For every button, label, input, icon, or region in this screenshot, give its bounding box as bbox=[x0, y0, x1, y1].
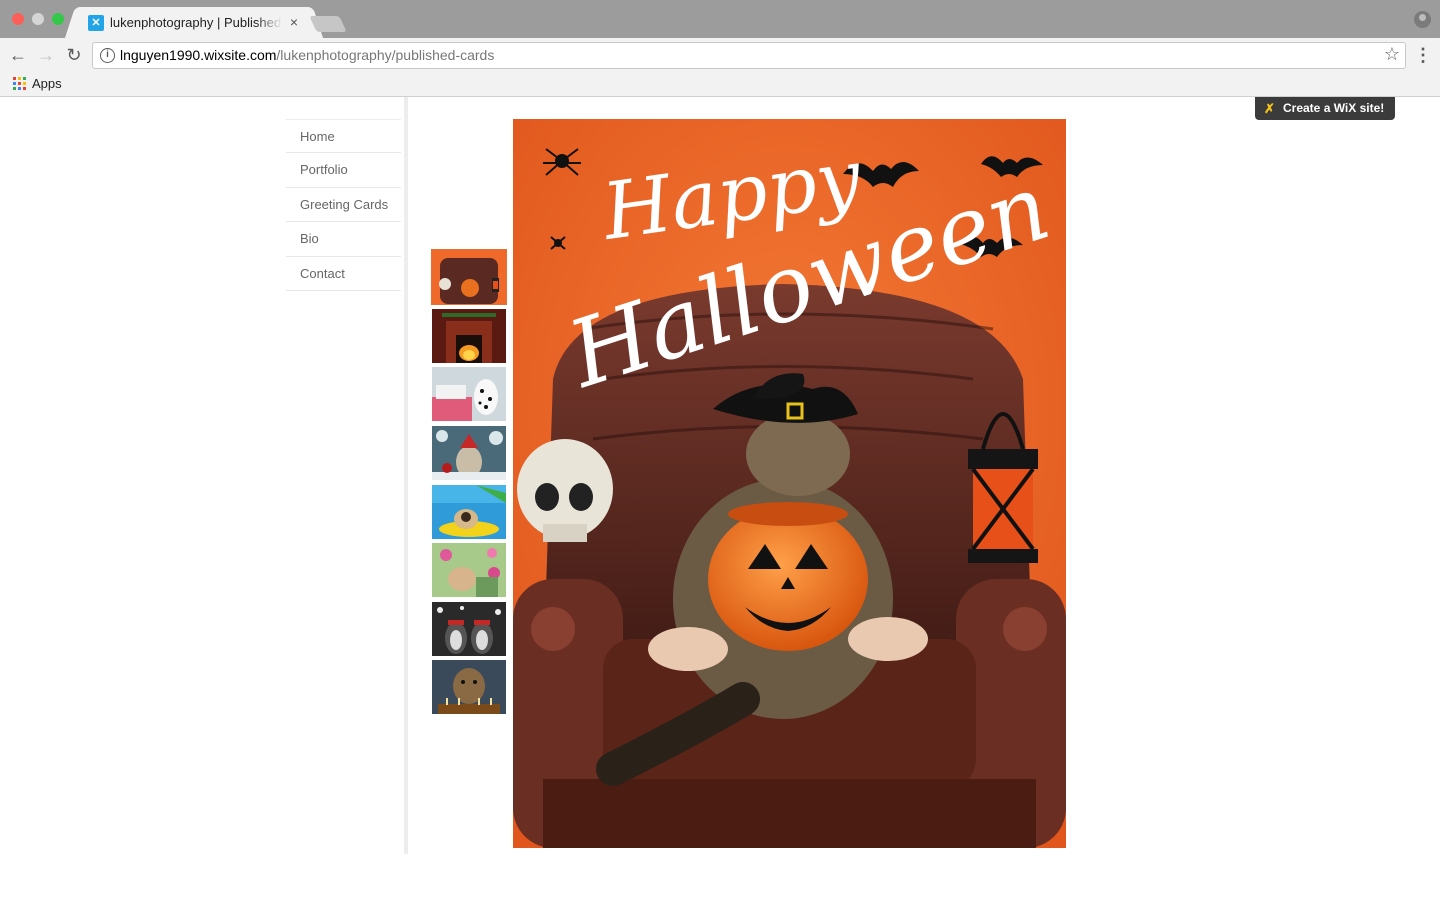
close-window-button[interactable] bbox=[12, 13, 24, 25]
thumbnail-birthday-cat[interactable] bbox=[432, 660, 506, 714]
kebab-menu-icon[interactable]: ⋮ bbox=[1414, 45, 1432, 65]
thumbnail-pug-pool[interactable] bbox=[432, 485, 506, 539]
address-bar[interactable]: i lnguyen1990.wixsite.com/lukenphotograp… bbox=[92, 42, 1406, 69]
url-text[interactable]: lnguyen1990.wixsite.com/lukenphotography… bbox=[120, 47, 494, 63]
thumbnail-penguins[interactable] bbox=[432, 602, 506, 656]
browser-toolbar: ← → ↻ i lnguyen1990.wixsite.com/lukenpho… bbox=[0, 38, 1440, 72]
thumbnail-christmas-cat[interactable] bbox=[432, 426, 506, 480]
maximize-window-button[interactable] bbox=[52, 13, 64, 25]
bookmark-apps[interactable]: Apps bbox=[32, 76, 62, 91]
forward-arrow-icon[interactable]: → bbox=[36, 45, 56, 65]
thumbnail-fireplace[interactable] bbox=[432, 309, 506, 363]
tab-close-icon[interactable]: × bbox=[286, 13, 302, 31]
tab-title: lukenphotography | Published Cards bbox=[110, 15, 282, 30]
url-host: lnguyen1990.wixsite.com bbox=[120, 47, 277, 63]
profile-avatar-icon[interactable] bbox=[1414, 11, 1431, 28]
url-path: /lukenphotography/published-cards bbox=[276, 47, 495, 63]
bookmark-star-icon[interactable]: ☆ bbox=[1384, 44, 1400, 65]
thumbnail-flowers-dog[interactable] bbox=[432, 543, 506, 597]
bookmarks-bar: Apps bbox=[0, 72, 1440, 97]
site-navigation: Home Portfolio Greeting Cards Bio Contac… bbox=[286, 119, 401, 291]
back-arrow-icon[interactable]: ← bbox=[8, 45, 28, 65]
minimize-window-button[interactable] bbox=[32, 13, 44, 25]
nav-item-portfolio[interactable]: Portfolio bbox=[286, 153, 401, 188]
browser-tab[interactable]: ✕ lukenphotography | Published Cards × bbox=[76, 7, 312, 38]
window-titlebar: ✕ lukenphotography | Published Cards × bbox=[0, 0, 1440, 38]
wix-banner-label: Create a WiX site! bbox=[1283, 101, 1385, 115]
nav-item-bio[interactable]: Bio bbox=[286, 222, 401, 257]
create-wix-site-banner[interactable]: ✗ Create a WiX site! bbox=[1255, 97, 1395, 120]
info-icon[interactable]: i bbox=[100, 48, 115, 63]
page-content: ✗ Create a WiX site! Home Portfolio Gree… bbox=[0, 97, 1440, 900]
new-tab-button[interactable] bbox=[309, 16, 347, 32]
greeting-card-image[interactable]: Happy Halloween bbox=[513, 119, 1066, 848]
thumbnail-dalmatian[interactable] bbox=[432, 367, 506, 421]
nav-item-home[interactable]: Home bbox=[286, 119, 401, 154]
thumbnail-halloween-cat[interactable] bbox=[431, 249, 507, 305]
wix-logo-icon: ✗ bbox=[1264, 101, 1275, 116]
wix-favicon-icon: ✕ bbox=[88, 15, 104, 31]
apps-grid-icon[interactable] bbox=[13, 77, 26, 90]
reload-icon[interactable]: ↻ bbox=[64, 45, 84, 65]
nav-item-greeting-cards[interactable]: Greeting Cards bbox=[286, 188, 401, 223]
nav-item-contact[interactable]: Contact bbox=[286, 257, 401, 291]
column-divider bbox=[404, 97, 408, 854]
